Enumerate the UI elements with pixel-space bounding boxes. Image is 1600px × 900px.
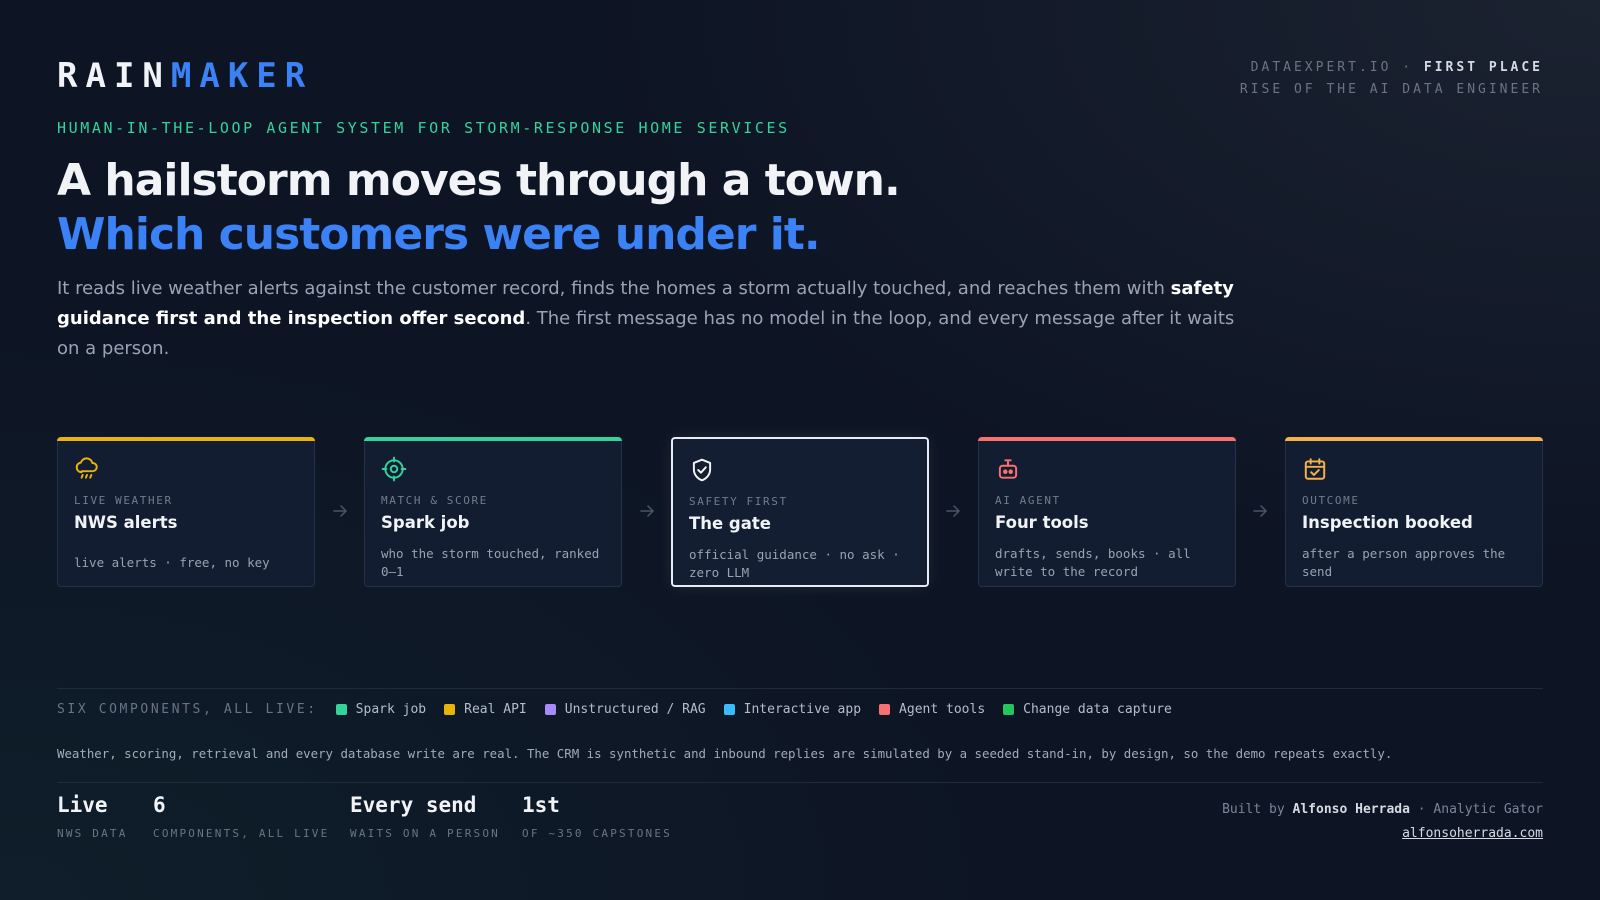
legend-item: Change data capture bbox=[1003, 702, 1172, 717]
pipeline-card-ai-agent: AI AGENT Four tools drafts, sends, books… bbox=[978, 437, 1236, 587]
stat-live: Live NWS DATA bbox=[57, 793, 128, 840]
card-description: drafts, sends, books · all write to the … bbox=[995, 546, 1191, 579]
stat-first: 1st OF ~350 CAPSTONES bbox=[522, 793, 672, 840]
legend-label: Spark job bbox=[355, 702, 427, 717]
shield-check-icon bbox=[692, 458, 712, 482]
card-label: MATCH & SCORE bbox=[381, 494, 488, 507]
card-description: after a person approves the send bbox=[1302, 546, 1506, 579]
legend-item: Unstructured / RAG bbox=[544, 702, 706, 717]
headline: A hailstorm moves through a town. Which … bbox=[57, 154, 901, 262]
legend-label: Real API bbox=[464, 702, 527, 717]
headline-line-1: A hailstorm moves through a town. bbox=[57, 155, 901, 206]
credit: Built by Alfonso Herrada · Analytic Gato… bbox=[1222, 798, 1543, 846]
card-title: NWS alerts bbox=[74, 513, 178, 532]
card-description: who the storm touched, ranked 0–1 bbox=[381, 546, 600, 579]
card-label: SAFETY FIRST bbox=[689, 495, 788, 508]
cloud-hail-icon bbox=[75, 457, 98, 479]
brand-part-2: MAKER bbox=[170, 56, 314, 96]
stat-components: 6 COMPONENTS, ALL LIVE bbox=[153, 793, 329, 840]
stat-label: WAITS ON A PERSON bbox=[350, 827, 500, 840]
award-org: DATAEXPERT.IO bbox=[1250, 60, 1392, 75]
legend-label: Agent tools bbox=[899, 702, 986, 717]
legend-item: Interactive app bbox=[723, 702, 862, 717]
award-place: FIRST PLACE bbox=[1423, 60, 1543, 75]
arrow-right-icon bbox=[333, 505, 347, 517]
legend-swatch bbox=[335, 704, 347, 715]
stat-value: Every send bbox=[350, 793, 477, 817]
divider bbox=[57, 782, 1543, 783]
arrow-right-icon bbox=[1253, 505, 1267, 517]
card-accent-bar bbox=[978, 437, 1236, 441]
components-legend: SIX COMPONENTS, ALL LIVE: Spark job Real… bbox=[57, 702, 1190, 717]
brand-logo: RAINMAKER bbox=[57, 56, 313, 96]
card-title: Inspection booked bbox=[1302, 513, 1473, 532]
card-label: OUTCOME bbox=[1302, 494, 1360, 507]
crosshair-icon bbox=[381, 456, 407, 482]
card-title: Spark job bbox=[381, 513, 470, 532]
legend-swatch bbox=[879, 704, 891, 715]
stat-value: Live bbox=[57, 793, 108, 817]
legend-swatch bbox=[444, 704, 456, 715]
stat-value: 6 bbox=[153, 793, 166, 817]
card-label: AI AGENT bbox=[995, 494, 1061, 507]
award-event: RISE OF THE AI DATA ENGINEER bbox=[1239, 82, 1543, 97]
stat-every-send: Every send WAITS ON A PERSON bbox=[350, 793, 500, 840]
legend-swatch bbox=[723, 704, 735, 715]
footnote: Weather, scoring, retrieval and every da… bbox=[57, 746, 1393, 761]
divider bbox=[57, 688, 1543, 689]
legend-swatch bbox=[544, 704, 556, 715]
legend-label: Unstructured / RAG bbox=[564, 702, 706, 717]
author-website-link[interactable]: alfonsoherrada.com bbox=[1402, 826, 1543, 841]
legend-lead: SIX COMPONENTS, ALL LIVE: bbox=[57, 702, 318, 717]
card-accent-bar bbox=[364, 437, 622, 441]
legend-label: Change data capture bbox=[1023, 702, 1172, 717]
pipeline-card-live-weather: LIVE WEATHER NWS alerts live alerts · fr… bbox=[57, 437, 315, 587]
stat-label: NWS DATA bbox=[57, 827, 128, 840]
brand-part-1: RAIN bbox=[57, 56, 171, 96]
robot-icon bbox=[998, 459, 1018, 479]
card-title: Four tools bbox=[995, 513, 1089, 532]
credit-prefix: Built by bbox=[1222, 802, 1293, 817]
legend-item: Real API bbox=[444, 702, 527, 717]
headline-line-2: Which customers were under it. bbox=[57, 209, 821, 260]
credit-suffix: · Analytic Gator bbox=[1409, 802, 1543, 817]
stat-value: 1st bbox=[522, 793, 560, 817]
pipeline-card-safety-first: SAFETY FIRST The gate official guidance … bbox=[671, 437, 929, 587]
legend-item: Spark job bbox=[335, 702, 427, 717]
legend-swatch bbox=[1003, 704, 1015, 715]
author-name: Alfonso Herrada bbox=[1292, 802, 1410, 817]
kicker: HUMAN-IN-THE-LOOP AGENT SYSTEM FOR STORM… bbox=[57, 119, 790, 137]
stat-label: OF ~350 CAPSTONES bbox=[522, 827, 672, 840]
card-description: official guidance · no ask · zero LLM bbox=[689, 547, 900, 580]
pipeline-card-outcome: OUTCOME Inspection booked after a person… bbox=[1285, 437, 1543, 587]
stat-label: COMPONENTS, ALL LIVE bbox=[153, 827, 330, 840]
award-separator: · bbox=[1391, 60, 1424, 75]
arrow-right-icon bbox=[640, 505, 654, 517]
card-accent-bar bbox=[57, 437, 315, 441]
lede-part-1: It reads live weather alerts against the… bbox=[57, 278, 1171, 299]
lede-paragraph: It reads live weather alerts against the… bbox=[57, 274, 1237, 364]
award-badge: DATAEXPERT.IO · FIRST PLACE RISE OF THE … bbox=[1240, 57, 1543, 101]
pipeline-card-match-score: MATCH & SCORE Spark job who the storm to… bbox=[364, 437, 622, 587]
legend-item: Agent tools bbox=[879, 702, 985, 717]
arrow-right-icon bbox=[946, 505, 960, 517]
card-description: live alerts · free, no key bbox=[74, 555, 270, 570]
card-label: LIVE WEATHER bbox=[74, 494, 173, 507]
card-accent-bar bbox=[1285, 437, 1543, 441]
legend-label: Interactive app bbox=[743, 702, 862, 717]
card-title: The gate bbox=[689, 514, 771, 533]
calendar-check-icon bbox=[1304, 458, 1326, 480]
